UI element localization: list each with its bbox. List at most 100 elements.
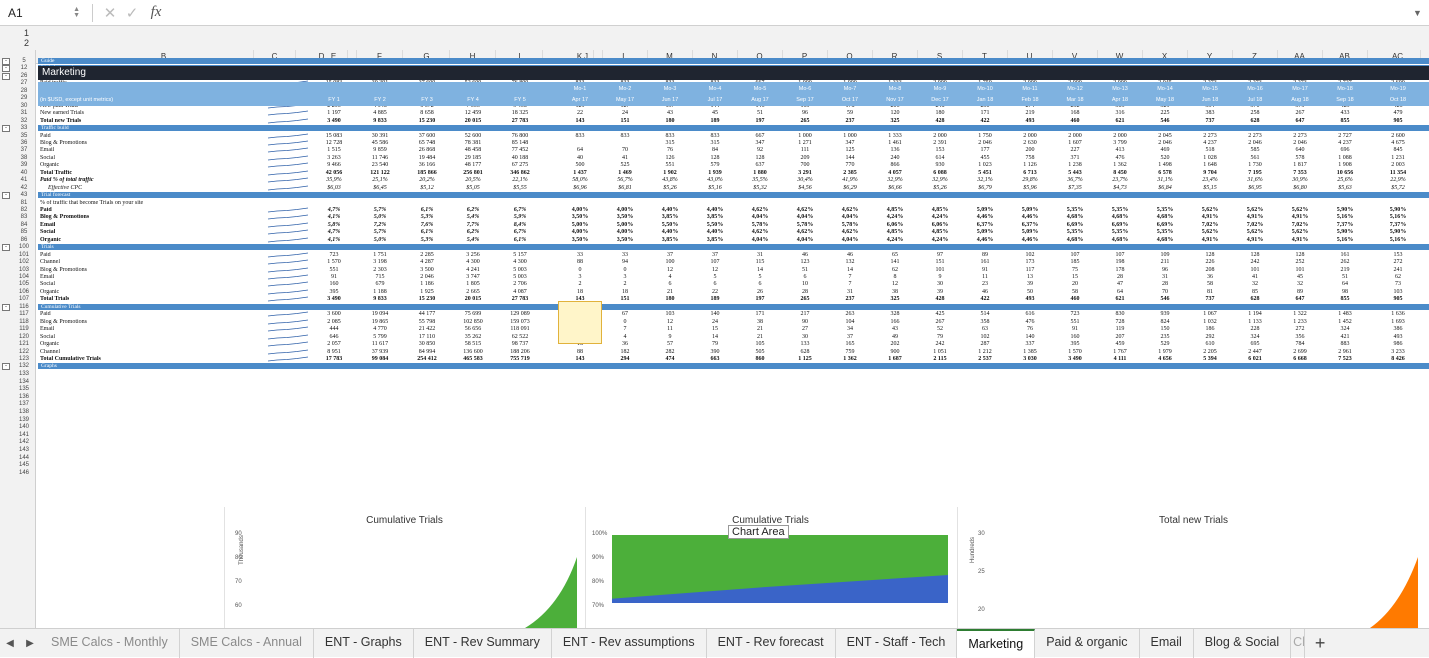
month-cell[interactable]: 34 xyxy=(830,326,870,332)
month-cell[interactable]: $6,66 xyxy=(875,185,915,191)
month-cell[interactable]: 7 xyxy=(830,274,870,280)
month-cell[interactable]: 905 xyxy=(1378,296,1418,302)
month-cell[interactable]: 1 817 xyxy=(1280,162,1320,168)
month-cell[interactable]: 25,6% xyxy=(1325,177,1365,183)
row-number[interactable]: 12 xyxy=(12,65,36,71)
month-cell[interactable]: 2 961 xyxy=(1325,349,1365,355)
month-cell[interactable]: 1 322 xyxy=(1280,311,1320,317)
name-box-stepper-icon[interactable]: ▲ ▼ xyxy=(73,6,80,19)
tab-ent-graphs[interactable]: ENT - Graphs xyxy=(314,628,414,658)
tab-blog-social[interactable]: Blog & Social xyxy=(1194,628,1292,658)
month-cell[interactable]: 337 xyxy=(1010,341,1050,347)
fy-cell[interactable]: 755 719 xyxy=(500,356,540,362)
month-cell[interactable]: 585 xyxy=(1235,147,1275,153)
month-cell[interactable]: 28 xyxy=(1145,281,1185,287)
month-cell[interactable]: 4,00% xyxy=(560,207,600,213)
month-cell[interactable]: 30 xyxy=(785,334,825,340)
fy-cell[interactable]: 1 186 xyxy=(407,281,447,287)
month-cell[interactable]: 240 xyxy=(875,155,915,161)
month-cell[interactable]: 696 xyxy=(1325,147,1365,153)
month-cell[interactable]: 1 730 xyxy=(1235,162,1275,168)
month-cell[interactable]: 219 xyxy=(1325,267,1365,273)
month-cell[interactable]: 128 xyxy=(695,155,735,161)
month-cell[interactable]: 197 xyxy=(740,296,780,302)
month-cell[interactable]: 7 195 xyxy=(1235,170,1275,176)
month-cell[interactable]: 4,04% xyxy=(740,214,780,220)
month-cell[interactable]: 31,1% xyxy=(1145,177,1185,183)
month-cell[interactable]: 525 xyxy=(605,162,645,168)
month-cell[interactable]: 325 xyxy=(875,118,915,124)
month-cell[interactable]: 2 385 xyxy=(830,170,870,176)
month-cell[interactable]: 518 xyxy=(1190,147,1230,153)
row-number[interactable]: 32 xyxy=(12,118,36,124)
month-cell[interactable]: 4,62% xyxy=(785,229,825,235)
month-cell[interactable]: 267 xyxy=(920,319,960,325)
fy-cell[interactable]: 9 833 xyxy=(360,118,400,124)
month-cell[interactable]: 29,8% xyxy=(1010,177,1050,183)
month-cell[interactable]: 737 xyxy=(1190,118,1230,124)
month-cell[interactable]: 315 xyxy=(650,140,690,146)
month-cell[interactable]: 32 xyxy=(1235,281,1275,287)
month-cell[interactable]: 96 xyxy=(1145,267,1185,273)
month-cell[interactable]: 4,40% xyxy=(695,229,735,235)
tab-sme-calcs-annual[interactable]: SME Calcs - Annual xyxy=(180,628,314,658)
fy-cell[interactable]: 75 699 xyxy=(453,311,493,317)
month-cell[interactable]: 21 xyxy=(740,334,780,340)
month-cell[interactable]: 455 xyxy=(965,155,1005,161)
month-cell[interactable]: 186 xyxy=(1190,326,1230,332)
fy-cell[interactable]: 4 300 xyxy=(500,259,540,265)
fy-cell[interactable]: 5,3% xyxy=(407,214,447,220)
month-cell[interactable]: 30,4% xyxy=(785,177,825,183)
month-cell[interactable]: 1 979 xyxy=(1145,349,1185,355)
month-cell[interactable]: 4,68% xyxy=(1055,237,1095,243)
month-cell[interactable]: 347 xyxy=(830,140,870,146)
month-cell[interactable]: 67 xyxy=(605,311,645,317)
month-cell[interactable]: 79 xyxy=(920,334,960,340)
row-number[interactable]: 137 xyxy=(12,401,36,407)
chevron-down-icon[interactable]: ▼ xyxy=(1413,8,1429,18)
month-cell[interactable]: 5,35% xyxy=(1055,229,1095,235)
row-number[interactable]: 140 xyxy=(12,424,36,430)
row-number[interactable]: 100 xyxy=(12,244,36,250)
month-cell[interactable]: 30 xyxy=(920,281,960,287)
month-cell[interactable]: 107 xyxy=(1055,252,1095,258)
month-cell[interactable]: 4 111 xyxy=(1100,356,1140,362)
row-number[interactable]: 142 xyxy=(12,439,36,445)
month-cell[interactable]: 561 xyxy=(1235,155,1275,161)
month-cell[interactable]: 79 xyxy=(695,341,735,347)
tab-scroll-right-icon[interactable]: ▶ xyxy=(20,638,40,649)
month-cell[interactable]: 70 xyxy=(1145,289,1185,295)
fy-cell[interactable]: 15 083 xyxy=(314,133,354,139)
month-cell[interactable]: 4,62% xyxy=(740,207,780,213)
month-cell[interactable]: 5 451 xyxy=(965,170,1005,176)
outline-level-1-button[interactable]: 1 xyxy=(24,28,29,38)
month-cell[interactable]: 151 xyxy=(605,118,645,124)
month-cell[interactable]: 469 xyxy=(1145,147,1185,153)
month-cell[interactable]: 49 xyxy=(875,334,915,340)
month-cell[interactable]: 217 xyxy=(785,311,825,317)
month-cell[interactable]: 3,85% xyxy=(695,214,735,220)
month-cell[interactable]: 5,62% xyxy=(1235,229,1275,235)
fy-cell[interactable]: 5,3% xyxy=(407,237,447,243)
tab-marketing[interactable]: Marketing xyxy=(957,628,1036,658)
fy-cell[interactable]: 85 148 xyxy=(500,140,540,146)
fy-cell[interactable]: 4,7% xyxy=(314,207,354,213)
month-cell[interactable]: 1 088 xyxy=(1325,155,1365,161)
month-cell[interactable]: $6,96 xyxy=(560,185,600,191)
row-number[interactable]: 38 xyxy=(12,155,36,161)
month-cell[interactable]: 5,62% xyxy=(1190,229,1230,235)
fy-cell[interactable]: 8 951 xyxy=(314,349,354,355)
month-cell[interactable]: 292 xyxy=(1190,334,1230,340)
month-cell[interactable]: 198 xyxy=(1100,259,1140,265)
month-cell[interactable]: 1 212 xyxy=(965,349,1005,355)
month-cell[interactable]: 1 469 xyxy=(605,170,645,176)
fy-cell[interactable]: 136 600 xyxy=(453,349,493,355)
row-number[interactable]: 146 xyxy=(12,470,36,476)
month-cell[interactable]: 58 xyxy=(1190,281,1230,287)
month-cell[interactable]: 2 273 xyxy=(1235,133,1275,139)
row-number[interactable]: 107 xyxy=(12,296,36,302)
fy-cell[interactable]: 91 xyxy=(314,274,354,280)
month-cell[interactable]: 1 648 xyxy=(1190,162,1230,168)
month-cell[interactable]: 51 xyxy=(1325,274,1365,280)
month-cell[interactable]: 2 699 xyxy=(1280,349,1320,355)
